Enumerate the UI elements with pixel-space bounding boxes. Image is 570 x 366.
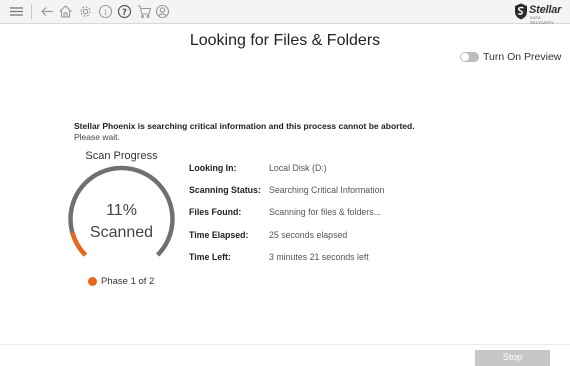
looking-in-value: Local Disk (D:) — [269, 163, 327, 173]
phase-text: Phase 1 of 2 — [101, 276, 155, 287]
cart-icon[interactable] — [137, 4, 152, 19]
user-icon[interactable] — [155, 4, 170, 19]
svg-text:?: ? — [122, 8, 127, 18]
wait-message: Please wait. — [74, 132, 120, 142]
logo-subtitle: DATA RECOVERY — [530, 15, 554, 25]
time-left-value: 3 minutes 21 seconds left — [269, 252, 369, 262]
scan-warning: Stellar Phoenix is searching critical in… — [74, 121, 415, 131]
toolbar: i ? Stellar DATA RECOVERY — [0, 0, 570, 25]
scan-progress-title: Scan Progress — [85, 150, 158, 162]
home-icon[interactable] — [58, 4, 73, 19]
files-found-value: Scanning for files & folders... — [269, 207, 381, 217]
looking-in-label: Looking In: — [189, 163, 237, 173]
scanning-status-label: Scanning Status: — [189, 185, 261, 195]
time-elapsed-value: 25 seconds elapsed — [269, 230, 348, 240]
svg-text:i: i — [104, 8, 107, 17]
footer-divider — [0, 344, 570, 345]
back-icon[interactable] — [40, 4, 55, 19]
progress-status-word: Scanned — [89, 224, 154, 241]
time-elapsed-label: Time Elapsed: — [189, 230, 249, 240]
settings-icon[interactable] — [78, 4, 93, 19]
help-icon[interactable]: ? — [117, 4, 132, 19]
files-found-label: Files Found: — [189, 207, 242, 217]
stellar-logo-mark-icon — [514, 3, 528, 20]
info-icon[interactable]: i — [98, 4, 113, 19]
preview-toggle-label: Turn On Preview — [483, 51, 562, 63]
phase-dot-icon — [88, 277, 97, 286]
toolbar-divider — [31, 4, 32, 19]
page-title: Looking for Files & Folders — [189, 32, 381, 49]
scanning-status-value: Searching Critical Information — [269, 185, 385, 195]
preview-switch[interactable] — [460, 52, 479, 62]
menu-icon[interactable] — [9, 4, 24, 19]
switch-knob — [461, 53, 469, 61]
stellar-logo: Stellar DATA RECOVERY — [514, 2, 564, 25]
time-left-label: Time Left: — [189, 252, 231, 262]
progress-percent: 11% — [106, 202, 137, 219]
